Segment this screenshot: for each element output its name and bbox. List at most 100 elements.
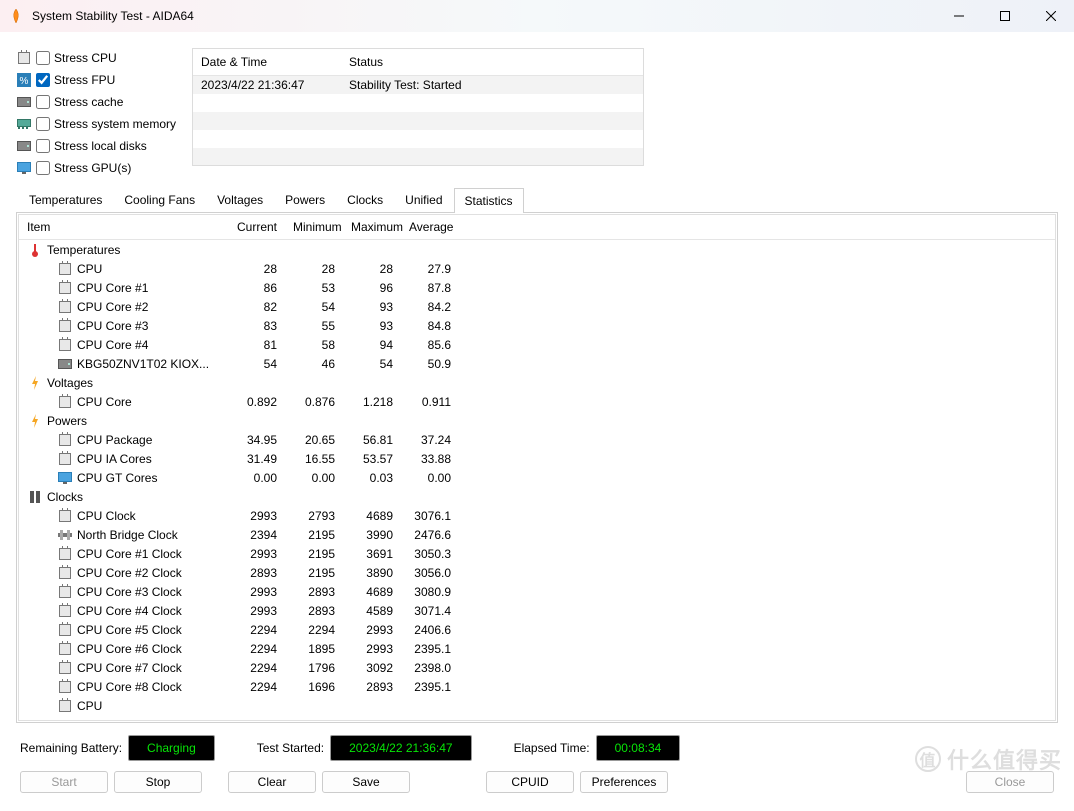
stats-minimum: 2294 bbox=[285, 623, 343, 637]
bolt-icon bbox=[27, 376, 43, 390]
percent-icon: % bbox=[16, 72, 32, 88]
stats-average: 3071.4 bbox=[401, 604, 459, 618]
clear-button[interactable]: Clear bbox=[228, 771, 316, 793]
stats-current: 0.892 bbox=[227, 395, 285, 409]
maximize-button[interactable] bbox=[982, 0, 1028, 32]
stats-row[interactable]: CPU Package 34.95 20.65 56.81 37.24 bbox=[19, 430, 1055, 449]
log-header-status[interactable]: Status bbox=[341, 49, 392, 75]
stats-current: 86 bbox=[227, 281, 285, 295]
app-icon bbox=[8, 8, 24, 24]
stats-maximum: 3990 bbox=[343, 528, 401, 542]
hdd-icon bbox=[16, 138, 32, 154]
stats-group[interactable]: Temperatures bbox=[19, 240, 1055, 259]
stats-row[interactable]: CPU Core #6 Clock 2294 1895 2993 2395.1 bbox=[19, 639, 1055, 658]
tab-cooling-fans[interactable]: Cooling Fans bbox=[113, 187, 206, 212]
stats-row[interactable]: CPU Core #4 Clock 2993 2893 4589 3071.4 bbox=[19, 601, 1055, 620]
stress-checkbox[interactable] bbox=[36, 51, 50, 65]
stats-header-current[interactable]: Current bbox=[227, 220, 285, 234]
stats-current: 31.49 bbox=[227, 452, 285, 466]
test-started-badge: 2023/4/22 21:36:47 bbox=[330, 735, 471, 761]
stats-row[interactable]: KBG50ZNV1T02 KIOX... 54 46 54 50.9 bbox=[19, 354, 1055, 373]
stats-row-label: CPU Core #4 Clock bbox=[77, 604, 182, 618]
tab-bar: TemperaturesCooling FansVoltagesPowersCl… bbox=[16, 187, 1058, 213]
chip-icon bbox=[57, 547, 73, 561]
status-row: Remaining Battery: Charging Test Started… bbox=[16, 723, 1058, 771]
stats-row[interactable]: CPU 28 28 28 27.9 bbox=[19, 259, 1055, 278]
stats-row[interactable]: CPU Core 0.892 0.876 1.218 0.911 bbox=[19, 392, 1055, 411]
preferences-button[interactable]: Preferences bbox=[580, 771, 668, 793]
log-header-datetime[interactable]: Date & Time bbox=[193, 49, 341, 75]
close-window-button[interactable]: Close bbox=[966, 771, 1054, 793]
tab-powers[interactable]: Powers bbox=[274, 187, 336, 212]
stats-maximum: 1.218 bbox=[343, 395, 401, 409]
stats-current: 82 bbox=[227, 300, 285, 314]
stats-row-label: CPU Core #7 Clock bbox=[77, 661, 182, 675]
save-button[interactable]: Save bbox=[322, 771, 410, 793]
window-title: System Stability Test - AIDA64 bbox=[32, 9, 936, 23]
stats-row-label: CPU Core #2 Clock bbox=[77, 566, 182, 580]
stress-checkbox[interactable] bbox=[36, 73, 50, 87]
stats-average: 3076.1 bbox=[401, 509, 459, 523]
stats-row[interactable]: CPU Core #1 Clock 2993 2195 3691 3050.3 bbox=[19, 544, 1055, 563]
stats-row[interactable]: CPU IA Cores 31.49 16.55 53.57 33.88 bbox=[19, 449, 1055, 468]
log-row[interactable]: 2023/4/22 21:36:47 Stability Test: Start… bbox=[193, 76, 643, 94]
tab-unified[interactable]: Unified bbox=[394, 187, 453, 212]
tab-statistics[interactable]: Statistics bbox=[454, 188, 524, 213]
stats-row[interactable]: CPU Core #3 83 55 93 84.8 bbox=[19, 316, 1055, 335]
svg-text:%: % bbox=[20, 76, 29, 87]
tab-temperatures[interactable]: Temperatures bbox=[18, 187, 113, 212]
stress-option: Stress local disks bbox=[16, 136, 184, 155]
stats-row[interactable]: CPU GT Cores 0.00 0.00 0.03 0.00 bbox=[19, 468, 1055, 487]
stress-checkbox[interactable] bbox=[36, 139, 50, 153]
stats-row[interactable]: CPU Core #5 Clock 2294 2294 2993 2406.6 bbox=[19, 620, 1055, 639]
stats-group[interactable]: Clocks bbox=[19, 487, 1055, 506]
stats-maximum: 96 bbox=[343, 281, 401, 295]
stress-checkbox[interactable] bbox=[36, 95, 50, 109]
stats-current: 2394 bbox=[227, 528, 285, 542]
chip-icon bbox=[57, 680, 73, 694]
stats-body[interactable]: TemperaturesCPU 28 28 28 27.9CPU Core #1… bbox=[19, 240, 1055, 720]
start-button[interactable]: Start bbox=[20, 771, 108, 793]
stress-checkbox[interactable] bbox=[36, 161, 50, 175]
stats-header-maximum[interactable]: Maximum bbox=[343, 220, 401, 234]
stats-average: 3080.9 bbox=[401, 585, 459, 599]
clock-group-icon bbox=[27, 490, 43, 504]
stats-row[interactable]: CPU Core #1 86 53 96 87.8 bbox=[19, 278, 1055, 297]
stats-row[interactable]: North Bridge Clock 2394 2195 3990 2476.6 bbox=[19, 525, 1055, 544]
stress-checkbox[interactable] bbox=[36, 117, 50, 131]
stats-row[interactable]: CPU Core #2 Clock 2893 2195 3890 3056.0 bbox=[19, 563, 1055, 582]
stats-maximum: 0.03 bbox=[343, 471, 401, 485]
stats-header-minimum[interactable]: Minimum bbox=[285, 220, 343, 234]
stats-average: 87.8 bbox=[401, 281, 459, 295]
stats-group[interactable]: Powers bbox=[19, 411, 1055, 430]
stats-header-item[interactable]: Item bbox=[19, 220, 227, 234]
chip-icon bbox=[57, 319, 73, 333]
log-row bbox=[193, 94, 643, 112]
chip-icon bbox=[57, 585, 73, 599]
chip-icon bbox=[57, 623, 73, 637]
tab-clocks[interactable]: Clocks bbox=[336, 187, 394, 212]
cpuid-button[interactable]: CPUID bbox=[486, 771, 574, 793]
stats-minimum: 54 bbox=[285, 300, 343, 314]
stats-maximum: 54 bbox=[343, 357, 401, 371]
stats-row[interactable]: CPU bbox=[19, 696, 1055, 715]
stats-group-label: Voltages bbox=[47, 376, 93, 390]
stats-row[interactable]: CPU Core #3 Clock 2993 2893 4689 3080.9 bbox=[19, 582, 1055, 601]
close-button[interactable] bbox=[1028, 0, 1074, 32]
stats-group[interactable]: Voltages bbox=[19, 373, 1055, 392]
stats-header-average[interactable]: Average bbox=[401, 220, 459, 234]
stats-row[interactable]: CPU Core #8 Clock 2294 1696 2893 2395.1 bbox=[19, 677, 1055, 696]
stats-minimum: 1796 bbox=[285, 661, 343, 675]
stop-button[interactable]: Stop bbox=[114, 771, 202, 793]
stats-row[interactable]: CPU Core #4 81 58 94 85.6 bbox=[19, 335, 1055, 354]
minimize-button[interactable] bbox=[936, 0, 982, 32]
stats-row[interactable]: CPU Core #7 Clock 2294 1796 3092 2398.0 bbox=[19, 658, 1055, 677]
stats-minimum: 46 bbox=[285, 357, 343, 371]
stats-row-label: KBG50ZNV1T02 KIOX... bbox=[77, 357, 209, 371]
stress-label: Stress local disks bbox=[54, 139, 147, 153]
stats-row-label: CPU bbox=[77, 262, 102, 276]
stats-row[interactable]: CPU Clock 2993 2793 4689 3076.1 bbox=[19, 506, 1055, 525]
tab-voltages[interactable]: Voltages bbox=[206, 187, 274, 212]
stats-row[interactable]: CPU Core #2 82 54 93 84.2 bbox=[19, 297, 1055, 316]
stats-average: 2395.1 bbox=[401, 642, 459, 656]
